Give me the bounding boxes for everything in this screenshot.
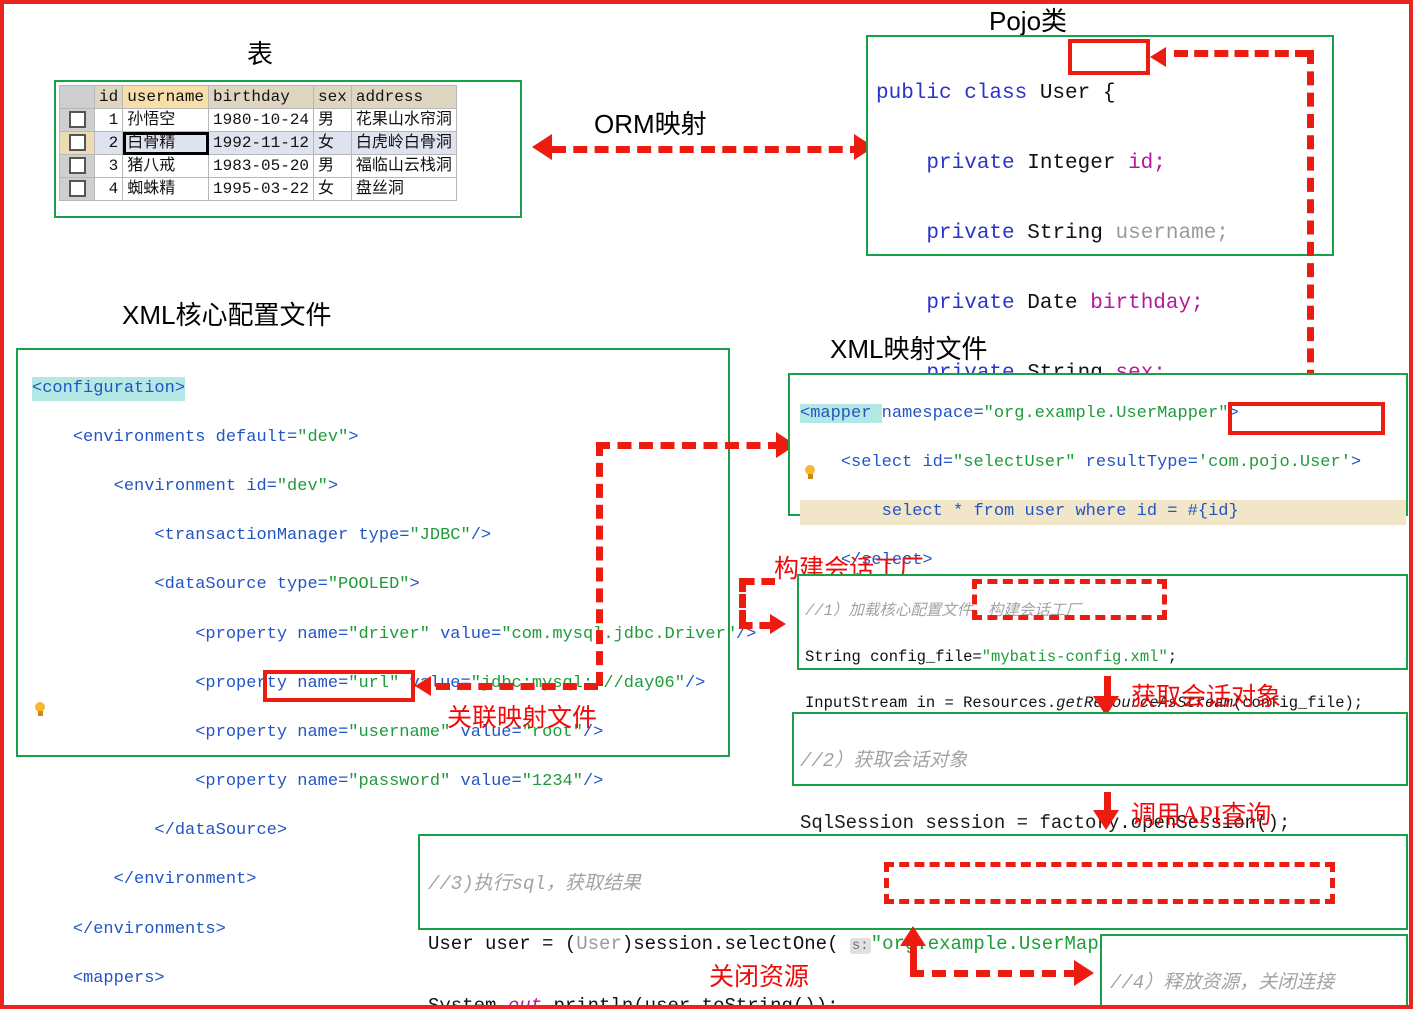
checkbox-icon[interactable] (68, 157, 86, 175)
pojo-classname-highlight-box (1068, 39, 1150, 75)
config-to-mapper-dashed-h1 (436, 683, 598, 690)
lightbulb-icon[interactable] (34, 702, 46, 717)
call-api-arrow-icon (1093, 810, 1119, 830)
cell-username-selected[interactable]: 白骨精 (122, 131, 210, 155)
cell-id: 2 (93, 131, 124, 155)
column-header-username: username (122, 85, 210, 109)
cell-sex: 男 (313, 154, 352, 178)
cell-birthday: 1995-03-22 (208, 177, 315, 201)
close-resource-label: 关闭资源 (709, 964, 810, 991)
cell-id: 4 (93, 177, 124, 201)
config-line: <property name="password" value="1234"/> (195, 772, 604, 792)
column-header-birthday: birthday (208, 85, 315, 109)
config-line: <configuration> (32, 376, 186, 402)
config-to-mapper-dashed-h2 (596, 442, 782, 449)
pojo-field-line: private Integer id; (926, 152, 1166, 175)
row-checkbox-cell[interactable] (59, 177, 95, 201)
xml-mapper-heading: XML映射文件 (830, 334, 988, 364)
statement-id-highlight-box (884, 862, 1335, 904)
cell-username: 蜘蛛精 (122, 177, 210, 201)
xml-mapper-panel: <mapper namespace="org.example.UserMappe… (788, 373, 1408, 620)
table-heading: 表 (247, 39, 274, 69)
step4-code: //4）释放资源，关闭连接 session.close(); (1110, 937, 1406, 1005)
pojo-class-line: public class User { (876, 82, 1116, 105)
param-hint-s: s: (849, 938, 871, 954)
orm-arrow-left-icon (532, 134, 552, 160)
mapper-line: <select id="selectUser" resultType='com.… (840, 452, 1362, 472)
config-file-string-highlight-box (972, 579, 1167, 620)
lightbulb-icon[interactable] (804, 465, 816, 480)
step2-comment: //2）获取会话对象 (800, 750, 968, 772)
step4-comment: //4）释放资源，关闭连接 (1110, 972, 1335, 994)
orm-dashed-line (552, 146, 864, 153)
cell-birthday: 1983-05-20 (208, 154, 315, 178)
table-row[interactable]: 3 猪八戒 1983-05-20 男 福临山云栈洞 (59, 154, 457, 178)
pojo-field-line: private Date birthday; (926, 292, 1204, 315)
orm-label: ORM映射 (594, 109, 707, 139)
config-line: <property name="driver" value="com.mysql… (195, 624, 757, 644)
checkbox-icon[interactable] (68, 134, 86, 152)
config-line: <dataSource type="POOLED"> (154, 575, 420, 595)
column-header-address: address (350, 85, 457, 109)
cell-id: 1 (93, 108, 124, 132)
cell-id: 3 (93, 154, 124, 178)
checkbox-icon[interactable] (68, 180, 86, 198)
column-header-sex: sex (313, 85, 352, 109)
checkbox-icon[interactable] (68, 111, 86, 129)
pojo-classname-arrow-icon (1150, 47, 1166, 67)
table-row[interactable]: 2 白骨精 1992-11-12 女 白虎岭白骨洞 (59, 131, 457, 155)
build-factory-arrow-icon (770, 614, 786, 634)
row-checkbox-cell[interactable] (59, 108, 95, 132)
close-resource-dashed-h (910, 970, 1078, 977)
link-mapper-file-label: 关联映射文件 (447, 705, 598, 732)
pojo-to-mapper-dashed-v (1307, 50, 1314, 405)
cell-address: 白虎岭白骨洞 (350, 131, 457, 155)
cell-address: 花果山水帘洞 (350, 108, 457, 132)
build-factory-dashed-h1 (741, 578, 775, 585)
cell-birthday: 1980-10-24 (208, 108, 315, 132)
close-resource-arrow-right-icon (1074, 960, 1094, 986)
cell-username: 孙悟空 (122, 108, 210, 132)
config-line: <environment id="dev"> (113, 476, 339, 496)
pojo-heading: Pojo类 (989, 6, 1068, 36)
cell-sex: 女 (313, 131, 352, 155)
cell-sex: 男 (313, 108, 352, 132)
cell-address: 福临山云栈洞 (350, 154, 457, 178)
config-to-mapper-dashed-v (596, 442, 603, 686)
db-table-panel: id username birthday sex address 1 孙悟空 1… (54, 80, 522, 218)
step1-line: String config_file="mybatis-config.xml"; (805, 648, 1178, 666)
mapper-sql-line: select * from user where id = #{id} (800, 499, 1406, 525)
db-table: id username birthday sex address 1 孙悟空 1… (59, 85, 457, 201)
call-api-label: 调用API查询 (1131, 802, 1272, 829)
xml-config-heading: XML核心配置文件 (122, 300, 332, 330)
table-row[interactable]: 1 孙悟空 1980-10-24 男 花果山水帘洞 (59, 108, 457, 132)
cell-sex: 女 (313, 177, 352, 201)
column-header-id: id (93, 85, 124, 109)
build-factory-dashed-h2 (739, 622, 773, 629)
pojo-to-mapper-dashed-h (1174, 50, 1309, 57)
diagram-root: 表 id username birthday sex address 1 孙悟空 (0, 0, 1413, 1009)
row-checkbox-cell[interactable] (59, 131, 95, 155)
usermapper-highlight-box (263, 670, 415, 702)
close-resource-arrow-up-icon (900, 926, 926, 946)
get-session-label: 获取会话对象 (1131, 684, 1282, 711)
cell-username: 猪八戒 (122, 154, 210, 178)
table-row[interactable]: 4 蜘蛛精 1995-03-22 女 盘丝洞 (59, 177, 457, 201)
config-line: <transactionManager type="JDBC"/> (154, 526, 492, 546)
table-header-row: id username birthday sex address (59, 85, 457, 109)
step2-panel: //2）获取会话对象 SqlSession session = factory.… (792, 712, 1408, 834)
column-header-checkbox (59, 85, 95, 109)
config-line: <property name="username" value="root"/> (195, 722, 604, 742)
usermapper-arrow-icon (415, 676, 431, 696)
pojo-field-line: private String username; (926, 222, 1229, 245)
row-checkbox-cell[interactable] (59, 154, 95, 178)
cell-address: 盘丝洞 (350, 177, 457, 201)
build-factory-dashed-v (739, 578, 746, 624)
cell-birthday: 1992-11-12 (208, 131, 315, 155)
resulttype-highlight-box (1228, 402, 1385, 435)
close-resource-dashed-v (910, 946, 917, 972)
step4-panel: //4）释放资源，关闭连接 session.close(); (1100, 934, 1408, 1005)
